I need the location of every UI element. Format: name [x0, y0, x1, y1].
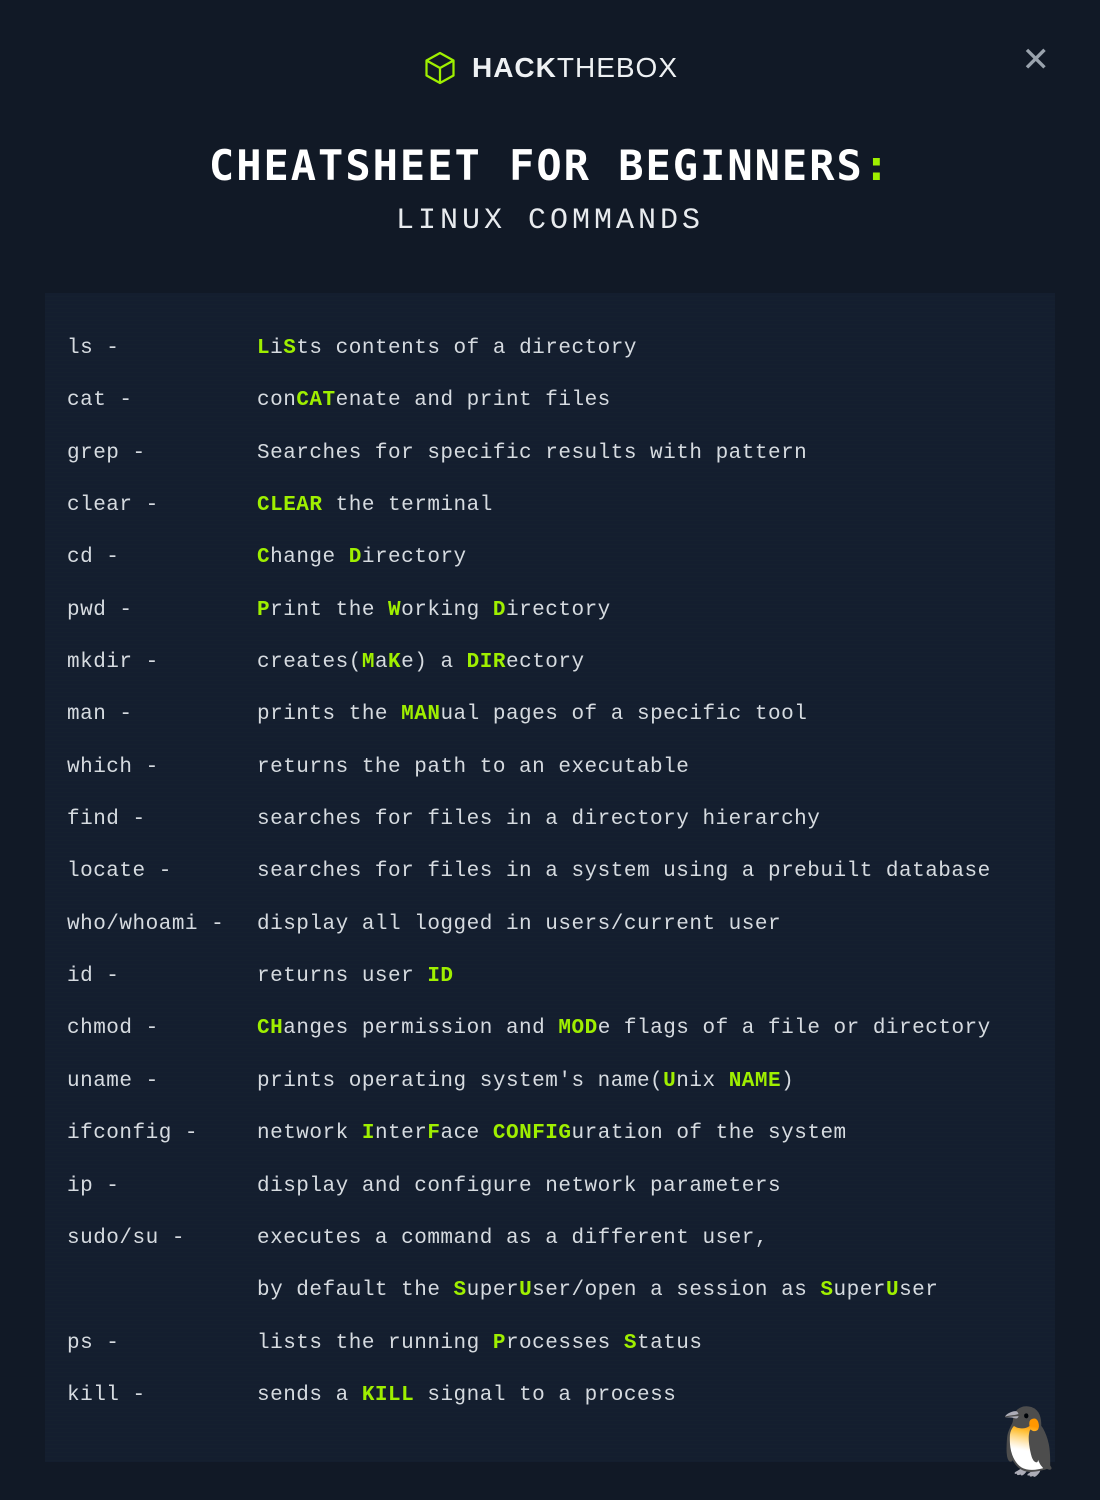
command-row: clear -CLEAR the terminal: [67, 480, 1033, 532]
command-row: grep -Searches for specific results with…: [67, 428, 1033, 480]
command-description: prints operating system's name(Unix NAME…: [257, 1068, 1033, 1096]
command-description: returns the path to an executable: [257, 754, 1033, 782]
command-row: ip -display and configure network parame…: [67, 1161, 1033, 1213]
brand-rest: THEBOX: [557, 52, 678, 83]
command-description: LiSts contents of a directory: [257, 335, 1033, 363]
title-text: CHEATSHEET FOR BEGINNERS: [209, 141, 864, 190]
command-name: mkdir -: [67, 649, 257, 677]
command-row: man -prints the MANual pages of a specif…: [67, 689, 1033, 741]
command-description: Print the Working Directory: [257, 597, 1033, 625]
command-description: CLEAR the terminal: [257, 492, 1033, 520]
command-description: sends a KILL signal to a process: [257, 1382, 1033, 1410]
command-description: display and configure network parameters: [257, 1173, 1033, 1201]
command-name: uname -: [67, 1068, 257, 1096]
command-row: id -returns user ID: [67, 951, 1033, 1003]
cube-icon: [422, 50, 458, 86]
page-subtitle: LINUX COMMANDS: [0, 204, 1100, 238]
command-description: Searches for specific results with patte…: [257, 440, 1033, 468]
command-name: cd -: [67, 544, 257, 572]
command-description: searches for files in a system using a p…: [257, 858, 1033, 886]
brand-bold: HACK: [472, 52, 557, 83]
command-row: find -searches for files in a directory …: [67, 794, 1033, 846]
brand-row: HACKTHEBOX: [0, 0, 1100, 86]
command-description: conCATenate and print files: [257, 387, 1033, 415]
command-name: kill -: [67, 1382, 257, 1410]
command-name: which -: [67, 754, 257, 782]
command-row: ps -lists the running Processes Status: [67, 1318, 1033, 1370]
command-name: ps -: [67, 1330, 257, 1358]
command-row: locate -searches for files in a system u…: [67, 846, 1033, 898]
command-row: ifconfig -network InterFace CONFIGuratio…: [67, 1108, 1033, 1160]
command-row: uname -prints operating system's name(Un…: [67, 1056, 1033, 1108]
command-description: returns user ID: [257, 963, 1033, 991]
command-name: ip -: [67, 1173, 257, 1201]
title-colon: :: [864, 141, 891, 190]
command-name: id -: [67, 963, 257, 991]
command-row: kill -sends a KILL signal to a process: [67, 1370, 1033, 1422]
command-row: pwd -Print the Working Directory: [67, 585, 1033, 637]
command-description: executes a command as a different user,: [257, 1225, 1033, 1253]
command-name: grep -: [67, 440, 257, 468]
command-description: prints the MANual pages of a specific to…: [257, 701, 1033, 729]
command-row: ls -LiSts contents of a directory: [67, 323, 1033, 375]
command-name: pwd -: [67, 597, 257, 625]
command-description: network InterFace CONFIGuration of the s…: [257, 1120, 1033, 1148]
command-name: man -: [67, 701, 257, 729]
command-row: chmod -CHanges permission and MODe flags…: [67, 1003, 1033, 1055]
command-row: sudo/su -executes a command as a differe…: [67, 1213, 1033, 1265]
command-name: cat -: [67, 387, 257, 415]
command-name: ifconfig -: [67, 1120, 257, 1148]
command-row: which -returns the path to an executable: [67, 742, 1033, 794]
command-row: who/whoami -display all logged in users/…: [67, 899, 1033, 951]
command-description: lists the running Processes Status: [257, 1330, 1033, 1358]
command-name: clear -: [67, 492, 257, 520]
command-row: mkdir -creates(MaKe) a DIRectory: [67, 637, 1033, 689]
command-name: ls -: [67, 335, 257, 363]
tux-icon: 🐧: [988, 1414, 1070, 1480]
command-name: find -: [67, 806, 257, 834]
cheatsheet-panel: ls -LiSts contents of a directorycat -co…: [45, 293, 1055, 1462]
command-name: chmod -: [67, 1015, 257, 1043]
command-description: Change Directory: [257, 544, 1033, 572]
command-row: cd -Change Directory: [67, 532, 1033, 584]
command-name: sudo/su -: [67, 1225, 257, 1253]
command-description: by default the SuperUser/open a session …: [257, 1277, 1033, 1305]
command-name: who/whoami -: [67, 911, 257, 939]
page-title: CHEATSHEET FOR BEGINNERS:: [0, 141, 1100, 190]
command-name: locate -: [67, 858, 257, 886]
command-description: CHanges permission and MODe flags of a f…: [257, 1015, 1033, 1043]
close-icon[interactable]: ✕: [1022, 40, 1051, 80]
command-row: by default the SuperUser/open a session …: [67, 1265, 1033, 1317]
command-row: cat -conCATenate and print files: [67, 375, 1033, 427]
command-description: searches for files in a directory hierar…: [257, 806, 1033, 834]
brand-text: HACKTHEBOX: [472, 52, 678, 84]
command-description: creates(MaKe) a DIRectory: [257, 649, 1033, 677]
command-description: display all logged in users/current user: [257, 911, 1033, 939]
